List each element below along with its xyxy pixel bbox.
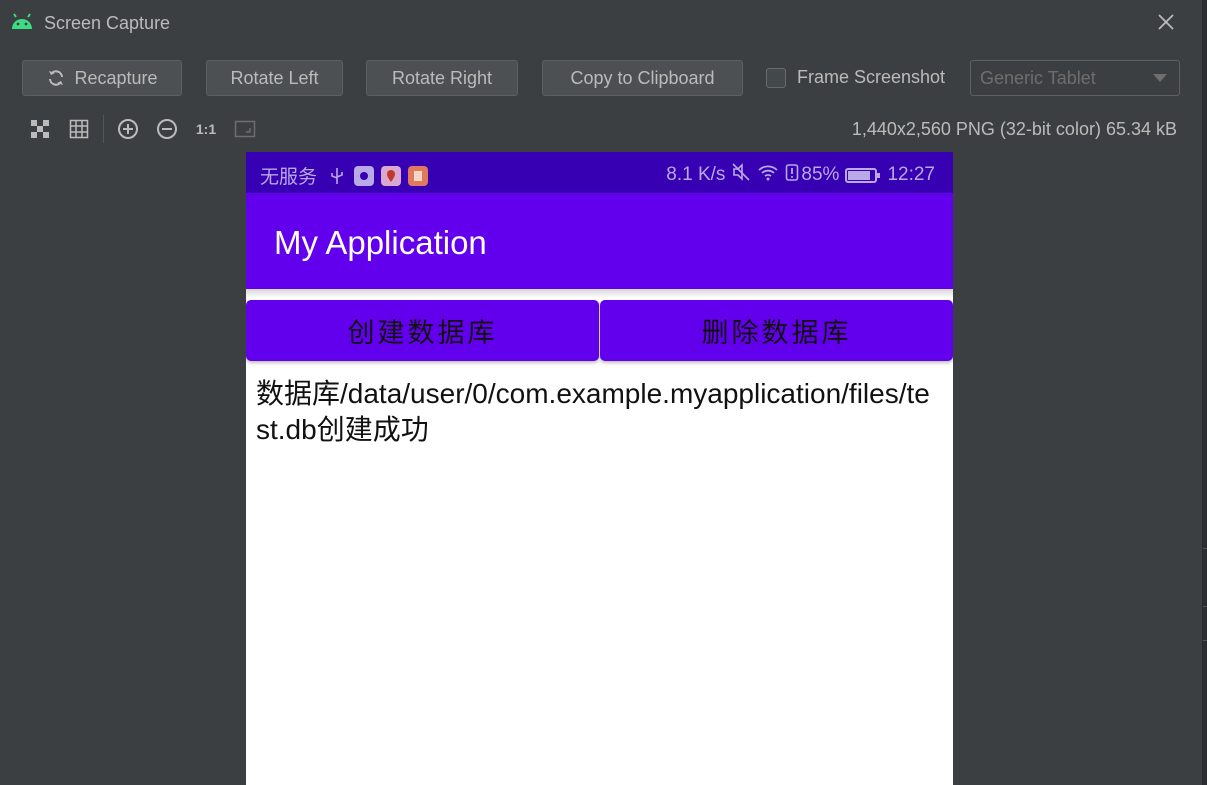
- battery-alert-icon: [785, 162, 799, 188]
- status-bar: 无服务 8.1 K/s 85% 12:27: [246, 152, 953, 193]
- app-title: My Application: [274, 224, 487, 261]
- frame-screenshot-label: Frame Screenshot: [797, 67, 946, 87]
- result-message: 数据库/data/user/0/com.example.myapplicatio…: [256, 378, 930, 445]
- rotate-right-label: Rotate Right: [391, 67, 493, 88]
- rotate-right-button[interactable]: Rotate Right: [366, 60, 518, 96]
- actual-size-button[interactable]: 1:1: [195, 118, 217, 140]
- window-title: Screen Capture: [44, 13, 171, 33]
- zoom-out-icon[interactable]: [156, 118, 178, 140]
- grid-icon[interactable]: [68, 118, 90, 140]
- game-app-icon: [354, 165, 375, 186]
- battery-percent: 85%: [801, 164, 840, 185]
- recapture-button[interactable]: Recapture: [22, 60, 182, 96]
- create-database-button[interactable]: 创建数据库: [246, 300, 599, 361]
- frame-screenshot-checkbox[interactable]: [766, 67, 786, 88]
- mute-icon: [731, 162, 751, 188]
- delete-database-button[interactable]: 删除数据库: [600, 300, 953, 361]
- android-icon: [10, 12, 34, 32]
- network-speed: 8.1 K/s: [666, 164, 726, 185]
- device-screenshot: 无服务 8.1 K/s 85% 12:27 My Application 创建数…: [246, 152, 953, 785]
- copy-label: Copy to Clipboard: [570, 67, 715, 88]
- toolbar-divider: [103, 115, 104, 143]
- wifi-icon: [757, 162, 779, 188]
- title-bar: Screen Capture: [0, 0, 1203, 46]
- recapture-label: Recapture: [74, 67, 158, 88]
- refresh-icon: [46, 68, 66, 88]
- screen-capture-window: Screen Capture Recapture Rotate Left Rot…: [0, 0, 1203, 785]
- chevron-down-icon: [1153, 74, 1167, 82]
- device-frame-select[interactable]: Generic Tablet: [970, 60, 1180, 96]
- map-pin-app-icon: [381, 165, 402, 186]
- rotate-left-button[interactable]: Rotate Left: [206, 60, 343, 96]
- app-bar-shadow: [246, 289, 953, 298]
- carrier-text: 无服务: [260, 167, 318, 188]
- rotate-left-label: Rotate Left: [230, 67, 319, 88]
- battery-icon: [845, 167, 881, 183]
- usb-icon: [327, 166, 347, 186]
- frame-screenshot-toggle[interactable]: Frame Screenshot: [766, 67, 945, 88]
- close-icon[interactable]: [1154, 10, 1178, 34]
- fit-screen-icon[interactable]: [234, 118, 256, 140]
- device-frame-value: Generic Tablet: [980, 67, 1096, 88]
- image-info: 1,440x2,560 PNG (32-bit color) 65.34 kB: [851, 119, 1177, 139]
- status-time: 12:27: [887, 164, 935, 185]
- window-edge: [1203, 0, 1207, 785]
- zoom-in-icon[interactable]: [117, 118, 139, 140]
- book-app-icon: [408, 165, 429, 186]
- app-bar: My Application: [246, 193, 953, 289]
- checkerboard-icon[interactable]: [29, 118, 51, 140]
- copy-to-clipboard-button[interactable]: Copy to Clipboard: [542, 60, 743, 96]
